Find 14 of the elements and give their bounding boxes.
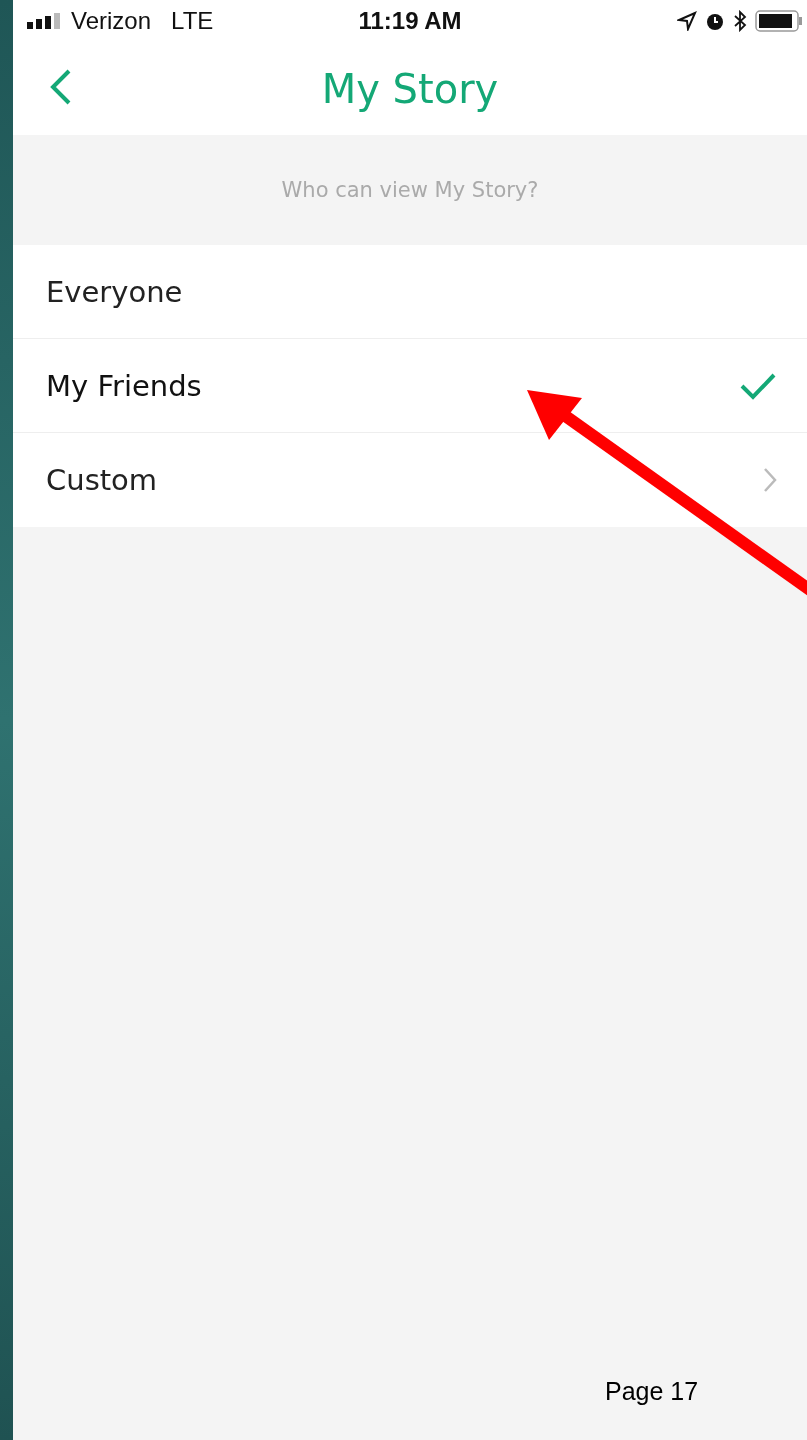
alarm-icon [705, 11, 725, 31]
screen-title: My Story [321, 65, 499, 112]
option-row[interactable]: Custom [13, 433, 807, 527]
bluetooth-icon [733, 10, 747, 32]
location-icon [677, 11, 697, 31]
status-time: 11:19 AM [358, 7, 462, 35]
battery-icon [755, 10, 803, 32]
carrier-name: Verizon [71, 7, 152, 35]
checkmark-icon [739, 371, 777, 400]
network-type: LTE [171, 7, 214, 35]
option-row[interactable]: Everyone [13, 245, 807, 339]
section-header: Who can view My Story? [281, 178, 539, 202]
page-number: Page 17 [605, 1377, 699, 1406]
chevron-icon [763, 467, 777, 493]
